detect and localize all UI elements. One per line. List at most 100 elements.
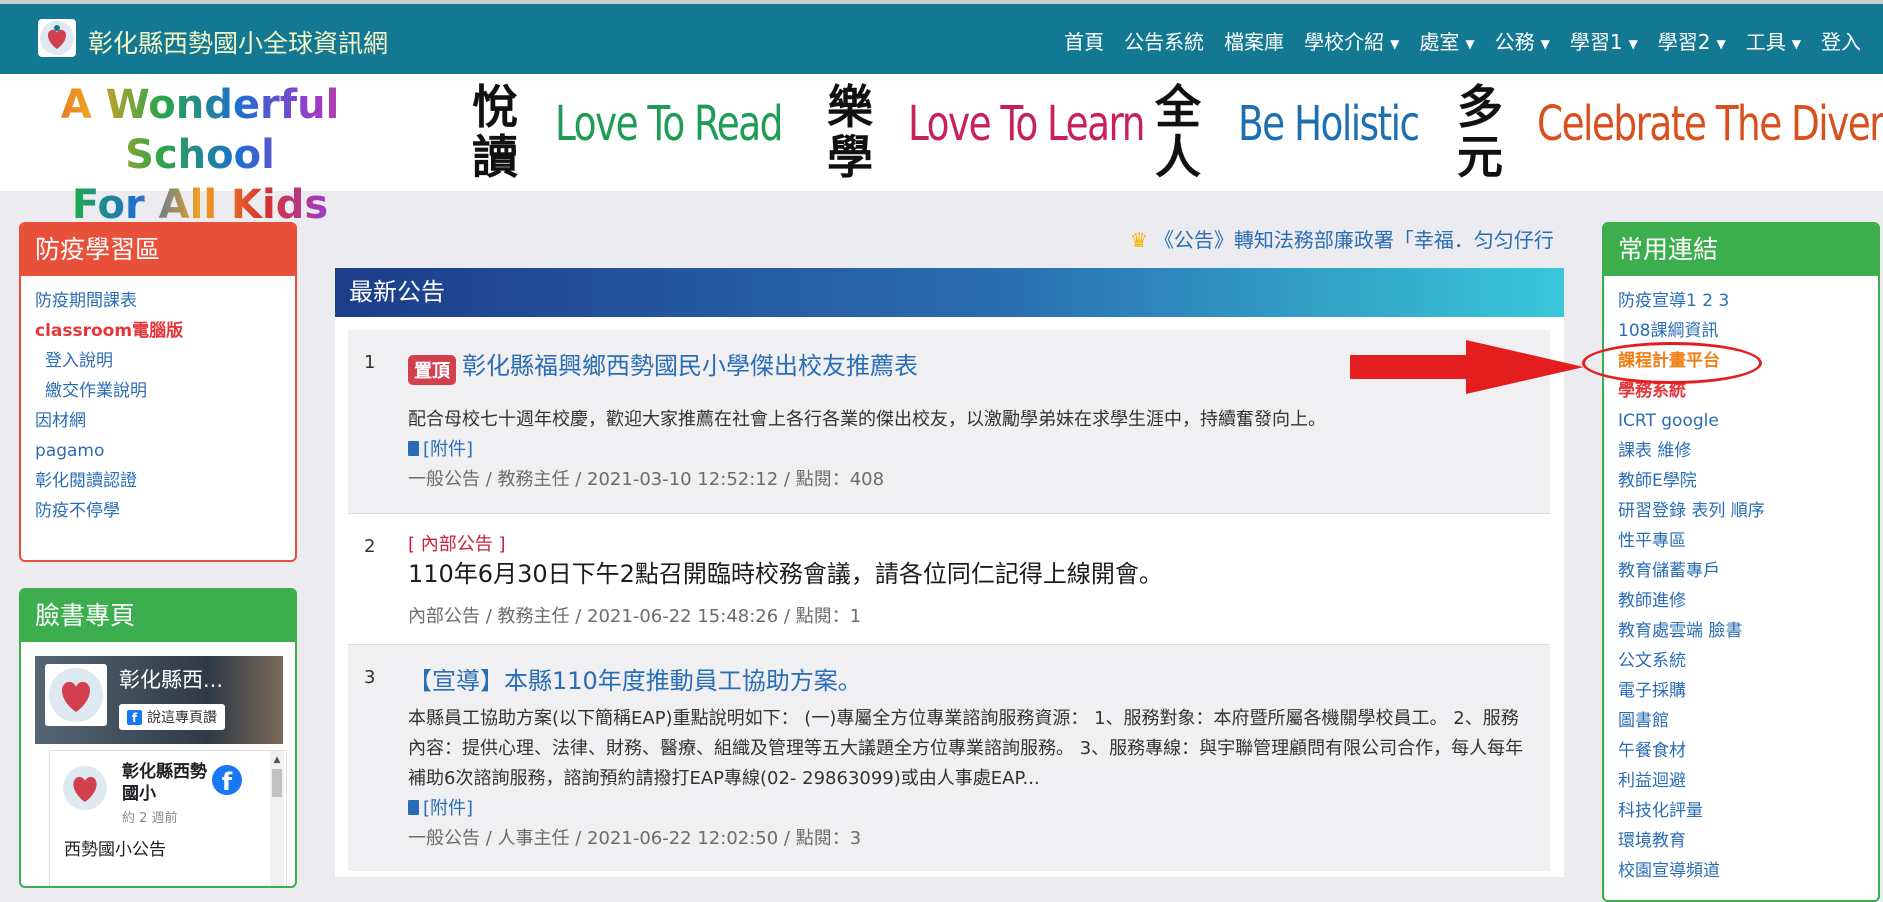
banner-chars-read: 悅讀 [472,80,518,184]
news-meta: 一般公告 / 人事主任 / 2021-06-22 12:02:50 / 點閱：3 [408,828,862,849]
link-education-savings[interactable]: 教育儲蓄專戶 [1618,556,1864,586]
facebook-cover[interactable]: 彰化縣西... f 說這專頁讚 [35,656,283,744]
link-e-procurement[interactable]: 電子採購 [1618,676,1864,706]
announcement-marquee[interactable]: ♛ 《公告》轉知法務部廉政署「幸福．匀匀仔行 [1130,224,1554,253]
latest-news-header: 最新公告 [335,268,1564,317]
facebook-post-time: 約 2 週前 [122,811,178,826]
common-links-panel: 常用連結 防疫宣導1 2 3 108課綱資訊 課程計畫平台 學務系統 ICRT … [1602,222,1880,902]
banner-wonderful-school: A Wonderful School For All Kids [10,80,390,230]
link-timetable[interactable]: 課表 維修 [1618,436,1864,466]
caret-down-icon: ▼ [1390,36,1400,51]
link-covid-schedule[interactable]: 防疫期間課表 [35,286,281,316]
link-tech-assessment[interactable]: 科技化評量 [1618,796,1864,826]
facebook-post-page-name[interactable]: 彰化縣西勢國小 [122,761,208,805]
news-attachment-link[interactable]: [附件] [408,794,1530,824]
crown-icon: ♛ [1130,228,1148,252]
covid-learning-links: 防疫期間課表 classroom電腦版 登入說明 繳交作業說明 因材網 paga… [21,276,295,536]
nav-offices-label: 處室 [1419,30,1460,54]
link-training-registration[interactable]: 研習登錄 表列 順序 [1618,496,1864,526]
nav-tools-label: 工具 [1745,30,1786,54]
facebook-post-avatar [60,763,110,813]
facebook-cover-name[interactable]: 彰化縣西... [119,664,223,694]
link-adaptive-learning[interactable]: 因材網 [35,406,281,436]
main-nav: 首頁 公告系統 檔案庫 學校介紹 ▼ 處室 ▼ 公務 ▼ 學習1 ▼ 學習2 ▼ 工具 ▼ … [1064,26,1861,55]
banner-slogan-diversity: Celebrate The Diversity [1537,96,1883,152]
school-logo-icon [63,766,107,810]
link-homework-guide[interactable]: 繳交作業說明 [35,376,281,406]
nav-home[interactable]: 首頁 [1064,26,1104,55]
file-icon [408,440,419,456]
link-keep-learning[interactable]: 防疫不停學 [35,496,281,526]
internal-notice-tag: [ 內部公告 ] [408,534,506,555]
news-number: 1 [364,352,376,373]
nav-learning-2[interactable]: 學習2 ▼ [1658,26,1726,55]
facebook-icon: f [127,709,142,725]
nav-home-label: 首頁 [1064,30,1105,54]
facebook-panel: 臉書專頁 彰化縣西... f 說這專頁讚 彰化縣西勢國小 約 2 週前 f ▲ [19,588,297,888]
facebook-logo-icon[interactable]: f [212,765,242,796]
banner-slogan-read: Love To Read [555,96,783,152]
common-links-title: 常用連結 [1604,224,1878,276]
link-lunch-ingredients[interactable]: 午餐食材 [1618,736,1864,766]
marquee-text: 《公告》轉知法務部廉政署「幸福．匀匀仔行 [1153,228,1554,252]
covid-learning-title: 防疫學習區 [21,224,295,276]
caret-down-icon: ▼ [1791,36,1801,51]
facebook-post-scrollbar[interactable]: ▲ [270,751,284,886]
nav-login[interactable]: 登入 [1821,26,1861,55]
banner-slogan-holistic: Be Holistic [1238,96,1420,152]
news-title-link[interactable]: 【宣導】本縣110年度推動員工協助方案。 [408,661,1530,696]
school-logo-icon [49,668,103,722]
nav-school-intro[interactable]: 學校介紹 ▼ [1304,26,1399,55]
nav-login-label: 登入 [1821,30,1861,54]
link-campus-channel[interactable]: 校園宣導頻道 [1618,856,1864,886]
link-covid-promo[interactable]: 防疫宣導1 2 3 [1618,286,1864,316]
nav-official-label: 公務 [1494,30,1535,54]
facebook-like-button[interactable]: f 說這專頁讚 [119,704,225,730]
link-teacher-e-academy[interactable]: 教師E學院 [1618,466,1864,496]
news-content: 【宣導】本縣110年度推動員工協助方案。 本縣員工協助方案(以下簡稱EAP)重點… [408,661,1530,854]
nav-learning-1[interactable]: 學習1 ▼ [1570,26,1638,55]
facebook-post: 彰化縣西勢國小 約 2 週前 f ▲ 西勢國小公告 [49,750,287,886]
news-title-link[interactable]: 110年6月30日下午2點召開臨時校務會議，請各位同仁記得上線開會。 [408,558,1530,590]
news-number: 2 [364,536,376,557]
banner-slogan-learn: Love To Learn [908,96,1145,152]
link-conflict-avoidance[interactable]: 利益迴避 [1618,766,1864,796]
nav-official[interactable]: 公務 ▼ [1495,26,1550,55]
file-icon [408,800,419,815]
scrollbar-thumb[interactable] [272,769,282,797]
nav-offices[interactable]: 處室 ▼ [1419,26,1474,55]
link-icrt-google[interactable]: ICRT google [1618,406,1864,436]
nav-announcements-label: 公告系統 [1124,30,1205,54]
banner-wonder-line1-text: A Wonderful School [10,80,390,180]
caret-down-icon: ▼ [1465,36,1475,51]
link-pagamo[interactable]: pagamo [35,436,281,466]
news-description: 本縣員工協助方案(以下簡稱EAP)重點說明如下： (一)專屬全方位專業諮詢服務資… [408,708,1524,789]
caret-down-icon: ▼ [1716,36,1726,51]
link-library[interactable]: 圖書館 [1618,706,1864,736]
link-teacher-development[interactable]: 教師進修 [1618,586,1864,616]
school-logo[interactable] [38,19,76,57]
facebook-post-text: 西勢國小公告 [64,840,166,860]
link-gender-equity[interactable]: 性平專區 [1618,526,1864,556]
nav-files-label: 檔案庫 [1224,30,1285,54]
annotation-ellipse [1582,342,1762,384]
annotation-arrow-head [1466,340,1584,394]
nav-files[interactable]: 檔案庫 [1224,26,1284,55]
nav-tools[interactable]: 工具 ▼ [1746,26,1801,55]
news-attachment-link[interactable]: [附件] [408,435,1530,465]
link-environmental-education[interactable]: 環境教育 [1618,826,1864,856]
link-document-system[interactable]: 公文系統 [1618,646,1864,676]
site-title[interactable]: 彰化縣西勢國小全球資訊網 [88,24,388,60]
news-attachment-label: [附件] [423,798,474,819]
covid-learning-panel: 防疫學習區 防疫期間課表 classroom電腦版 登入說明 繳交作業說明 因材… [19,222,297,562]
link-classroom-desktop[interactable]: classroom電腦版 [35,316,281,346]
link-reading-cert[interactable]: 彰化閱讀認證 [35,466,281,496]
link-login-guide[interactable]: 登入說明 [35,346,281,376]
caret-down-icon: ▼ [1628,36,1638,51]
news-title-link[interactable]: 彰化縣福興鄉西勢國民小學傑出校友推薦表 [462,352,918,380]
facebook-panel-title: 臉書專頁 [21,590,295,642]
link-education-cloud[interactable]: 教育處雲端 臉書 [1618,616,1864,646]
scroll-up-icon[interactable]: ▲ [272,755,282,765]
nav-learning-2-label: 學習2 [1657,30,1711,54]
nav-announcements[interactable]: 公告系統 [1124,26,1204,55]
